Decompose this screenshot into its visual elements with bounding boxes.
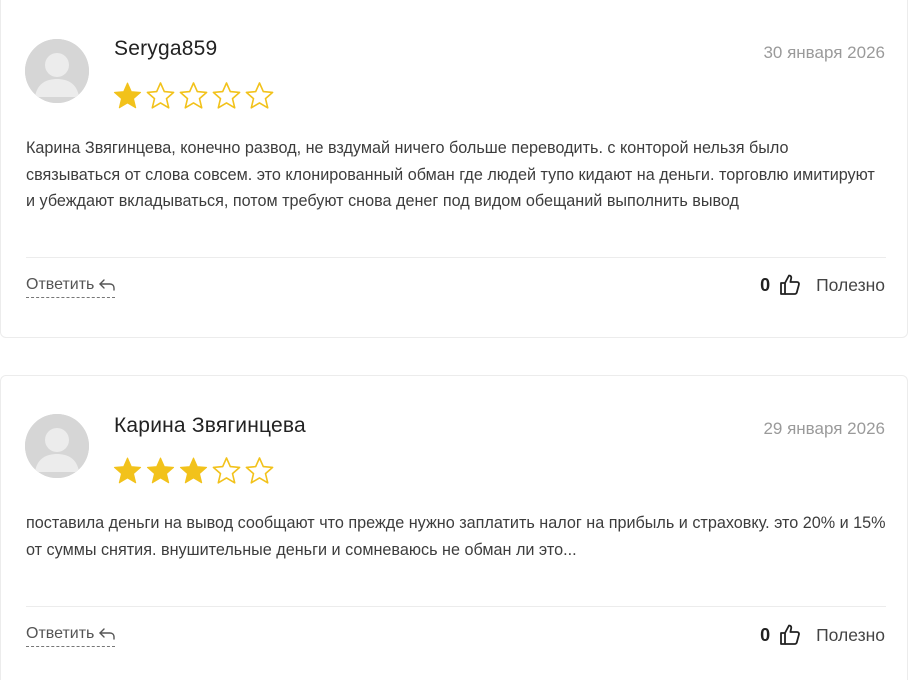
star-filled-icon [113, 457, 142, 484]
reply-arrow-icon [99, 279, 116, 291]
divider [26, 257, 886, 258]
star-empty-icon [179, 82, 208, 109]
review-date: 29 января 2026 [763, 419, 885, 438]
review-date: 30 января 2026 [763, 43, 885, 62]
star-filled-icon [179, 457, 208, 484]
helpful-count: 0 [760, 624, 771, 645]
divider [26, 606, 886, 607]
thumbs-up-icon[interactable] [778, 273, 802, 297]
star-filled-icon [113, 82, 142, 109]
star-filled-icon [146, 457, 175, 484]
user-placeholder-icon [25, 414, 89, 478]
review-card: Seryga859 30 января 2026 Карина Звягинце… [0, 0, 908, 338]
reply-label: Ответить [26, 625, 95, 642]
avatar [25, 39, 89, 103]
review-text: Карина Звягинцева, конечно развод, не вз… [26, 139, 875, 210]
review-author: Seryga859 [114, 37, 218, 60]
review-text: поставила деньги на вывод сообщают что п… [26, 514, 886, 559]
helpful-label: Полезно [816, 274, 885, 295]
star-rating [112, 81, 275, 111]
reply-label: Ответить [26, 276, 95, 293]
star-rating [112, 456, 275, 486]
star-empty-icon [245, 82, 274, 109]
helpful-block: 0 Полезно [760, 273, 885, 297]
helpful-block: 0 Полезно [760, 623, 885, 647]
helpful-count: 0 [760, 274, 771, 295]
star-empty-icon [212, 82, 241, 109]
reply-button[interactable]: Ответить [26, 625, 116, 647]
helpful-label: Полезно [816, 624, 885, 645]
thumbs-up-icon[interactable] [778, 623, 802, 647]
star-empty-icon [146, 82, 175, 109]
user-placeholder-icon [25, 39, 89, 103]
star-empty-icon [212, 457, 241, 484]
reply-button[interactable]: Ответить [26, 276, 116, 298]
star-empty-icon [245, 457, 274, 484]
review-card: Карина Звягинцева 29 января 2026 постави… [0, 375, 908, 680]
review-author: Карина Звягинцева [114, 414, 306, 437]
reply-arrow-icon [99, 628, 116, 640]
avatar [25, 414, 89, 478]
